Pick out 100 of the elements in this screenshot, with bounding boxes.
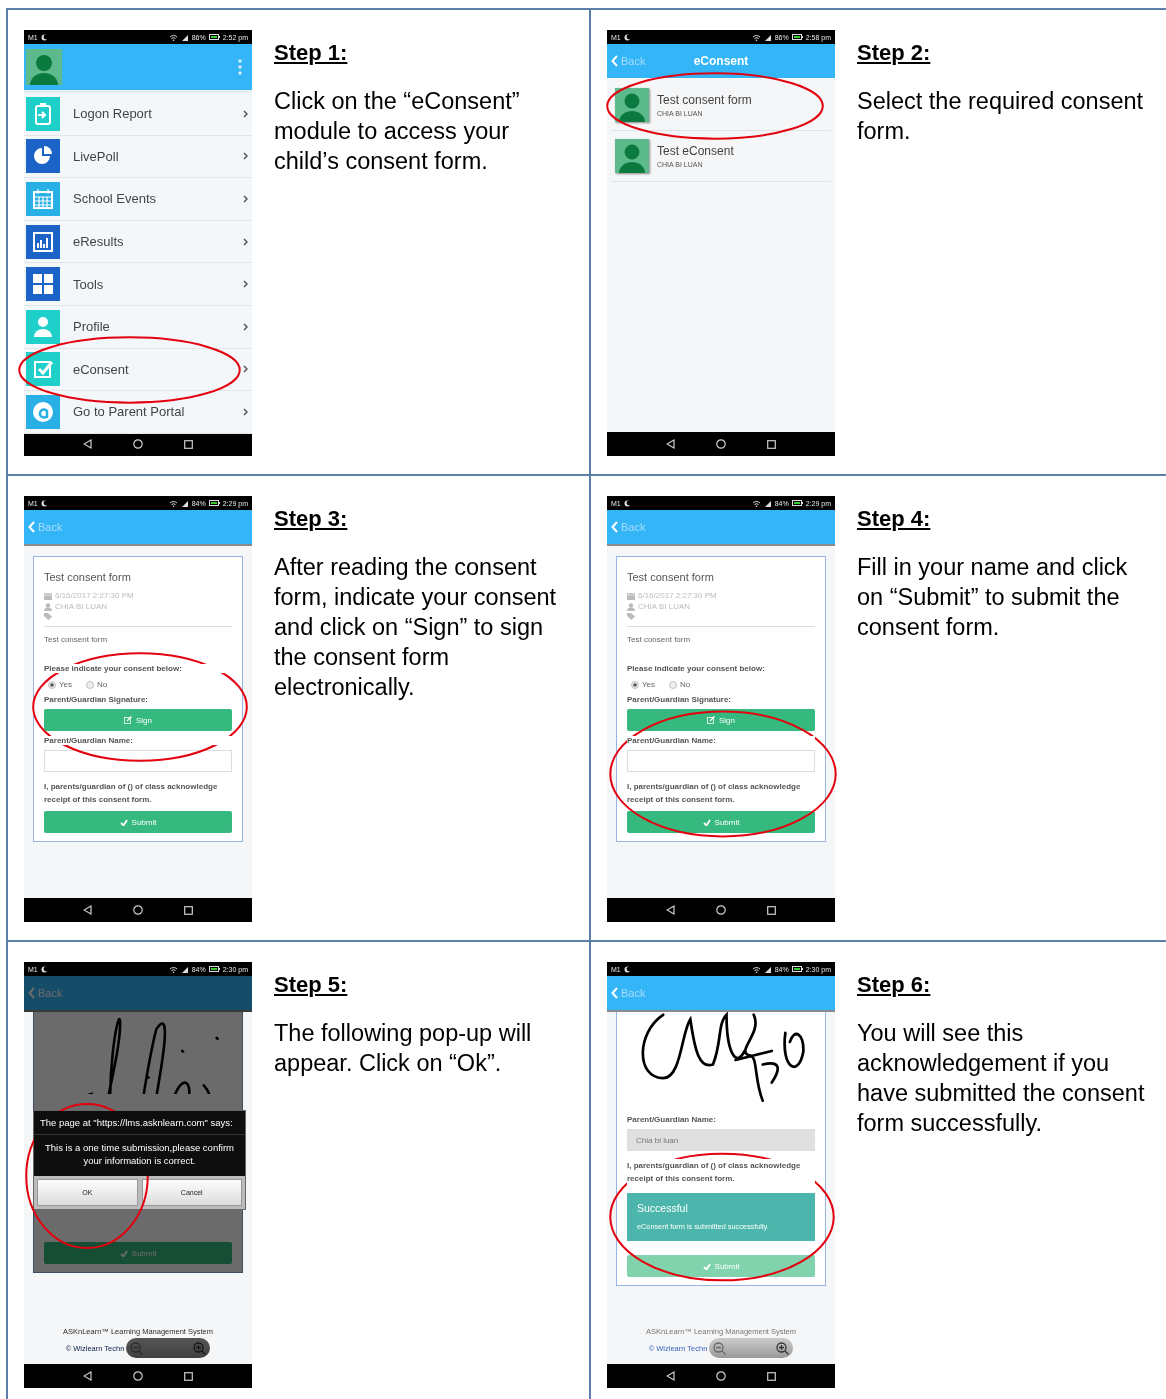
back-icon[interactable]: [82, 439, 92, 449]
recents-icon[interactable]: [767, 439, 777, 449]
wifi-icon: [751, 965, 761, 973]
radio-button[interactable]: [631, 680, 639, 689]
form-author: CHIA BI LUAN: [55, 602, 107, 611]
form-title: Test consent form: [627, 571, 715, 583]
back-icon[interactable]: [665, 439, 675, 449]
tag-icon: [627, 613, 636, 620]
chevron-right-icon: [243, 365, 248, 374]
form-title: Test consent form: [44, 571, 132, 583]
moon-icon: [40, 965, 48, 973]
moon-icon: [40, 499, 48, 507]
person-icon: [627, 602, 635, 611]
chevron-right-icon: [243, 109, 248, 118]
check-icon: [119, 1249, 128, 1257]
name-field[interactable]: [627, 750, 815, 772]
wifi-icon: [168, 499, 178, 507]
avatar-icon: [26, 49, 62, 85]
radio-button[interactable]: [86, 680, 95, 689]
recents-icon[interactable]: [767, 1371, 777, 1381]
name-field[interactable]: [44, 750, 232, 772]
signal-icon: [763, 965, 772, 973]
home-icon[interactable]: [716, 1371, 726, 1381]
chevron-left-icon: [611, 55, 618, 67]
signal-icon: [763, 499, 772, 507]
back-icon[interactable]: [665, 1371, 675, 1381]
recents-icon[interactable]: [184, 905, 194, 915]
item-title: Test eConsent: [657, 144, 734, 158]
back-icon[interactable]: [665, 905, 675, 915]
avatar-icon: [615, 139, 649, 173]
radio-button[interactable]: [669, 680, 678, 689]
acknowledgement-text: I, parents/guardian of () of class acknowledge receipt of this consent form.: [627, 1159, 815, 1185]
wifi-icon: [168, 965, 178, 973]
avatar-icon: [615, 88, 649, 122]
recents-icon[interactable]: [184, 1371, 194, 1381]
step-instructions: Fill in your name and click on “Submit” to submit the consent form.: [857, 553, 1129, 642]
recents-icon[interactable]: [767, 905, 777, 915]
radio-label: No: [680, 680, 691, 689]
radio-button[interactable]: [48, 680, 56, 689]
moon-icon: [623, 965, 631, 973]
moon-icon: [623, 499, 631, 507]
wifi-icon: [751, 33, 761, 41]
chevron-right-icon: [243, 280, 248, 289]
tag-icon: [44, 613, 53, 620]
zoom-in-icon[interactable]: [776, 1341, 790, 1355]
step-title: Step 6:: [857, 972, 932, 998]
home-icon[interactable]: [716, 905, 726, 915]
check-icon: [702, 818, 711, 826]
name-label: Parent/Guardian Name:: [627, 736, 815, 745]
edit-icon: [707, 716, 715, 724]
check-icon: [702, 1262, 711, 1270]
home-icon[interactable]: [133, 439, 143, 449]
form-date: 6/16/2017 2:27:30 PM: [55, 591, 134, 600]
battery-icon: [208, 500, 220, 506]
radio-label: Yes: [59, 680, 73, 689]
home-icon[interactable]: [716, 439, 726, 449]
step-title: Step 3:: [274, 506, 349, 532]
name-field[interactable]: Chia bi luan: [627, 1129, 815, 1151]
chevron-right-icon: [243, 322, 248, 331]
step-title: Step 5:: [274, 972, 349, 998]
home-icon[interactable]: [133, 905, 143, 915]
step-instructions: You will see this acknowledgement if you have submitted the consent form successfully.: [857, 1019, 1145, 1138]
step-instructions: Click on the “eConsent” module to access your child’s consent form.: [274, 87, 521, 176]
chevron-left-icon: [611, 987, 618, 999]
battery-icon: [791, 500, 803, 506]
chevron-left-icon: [28, 987, 35, 999]
form-date: 6/16/2017 2:27:30 PM: [638, 591, 717, 600]
chevron-left-icon: [28, 521, 35, 533]
signal-icon: [180, 499, 189, 507]
chevron-left-icon: [611, 521, 618, 533]
wifi-icon: [751, 499, 761, 507]
battery-icon: [791, 966, 803, 972]
check-icon: [119, 818, 128, 826]
signal-icon: [763, 33, 772, 41]
home-icon[interactable]: [133, 1371, 143, 1381]
step-title: Step 2:: [857, 40, 932, 66]
battery-icon: [791, 34, 803, 40]
screen-title: eConsent: [693, 54, 749, 68]
signal-icon: [180, 33, 189, 41]
person-icon: [44, 602, 52, 611]
calendar-icon: [627, 591, 635, 600]
back-icon[interactable]: [82, 905, 92, 915]
zoom-control[interactable]: [709, 1338, 794, 1358]
chevron-right-icon: [243, 237, 248, 246]
back-icon[interactable]: [82, 1371, 92, 1381]
chevron-right-icon: [243, 152, 248, 161]
recents-icon[interactable]: [184, 439, 194, 449]
radio-label: No: [97, 680, 108, 689]
moon-icon: [623, 33, 631, 41]
zoom-out-icon[interactable]: [713, 1341, 727, 1355]
calendar-icon: [44, 591, 52, 600]
form-author: CHIA BI LUAN: [638, 602, 690, 611]
step-title: Step 4:: [857, 506, 932, 532]
signal-icon: [180, 965, 189, 973]
step-title: Step 1:: [274, 40, 349, 66]
chevron-right-icon: [243, 407, 248, 416]
radio-label: Yes: [642, 680, 656, 689]
wifi-icon: [168, 33, 178, 41]
battery-icon: [208, 966, 220, 972]
alert-title: Successful: [637, 1202, 689, 1214]
